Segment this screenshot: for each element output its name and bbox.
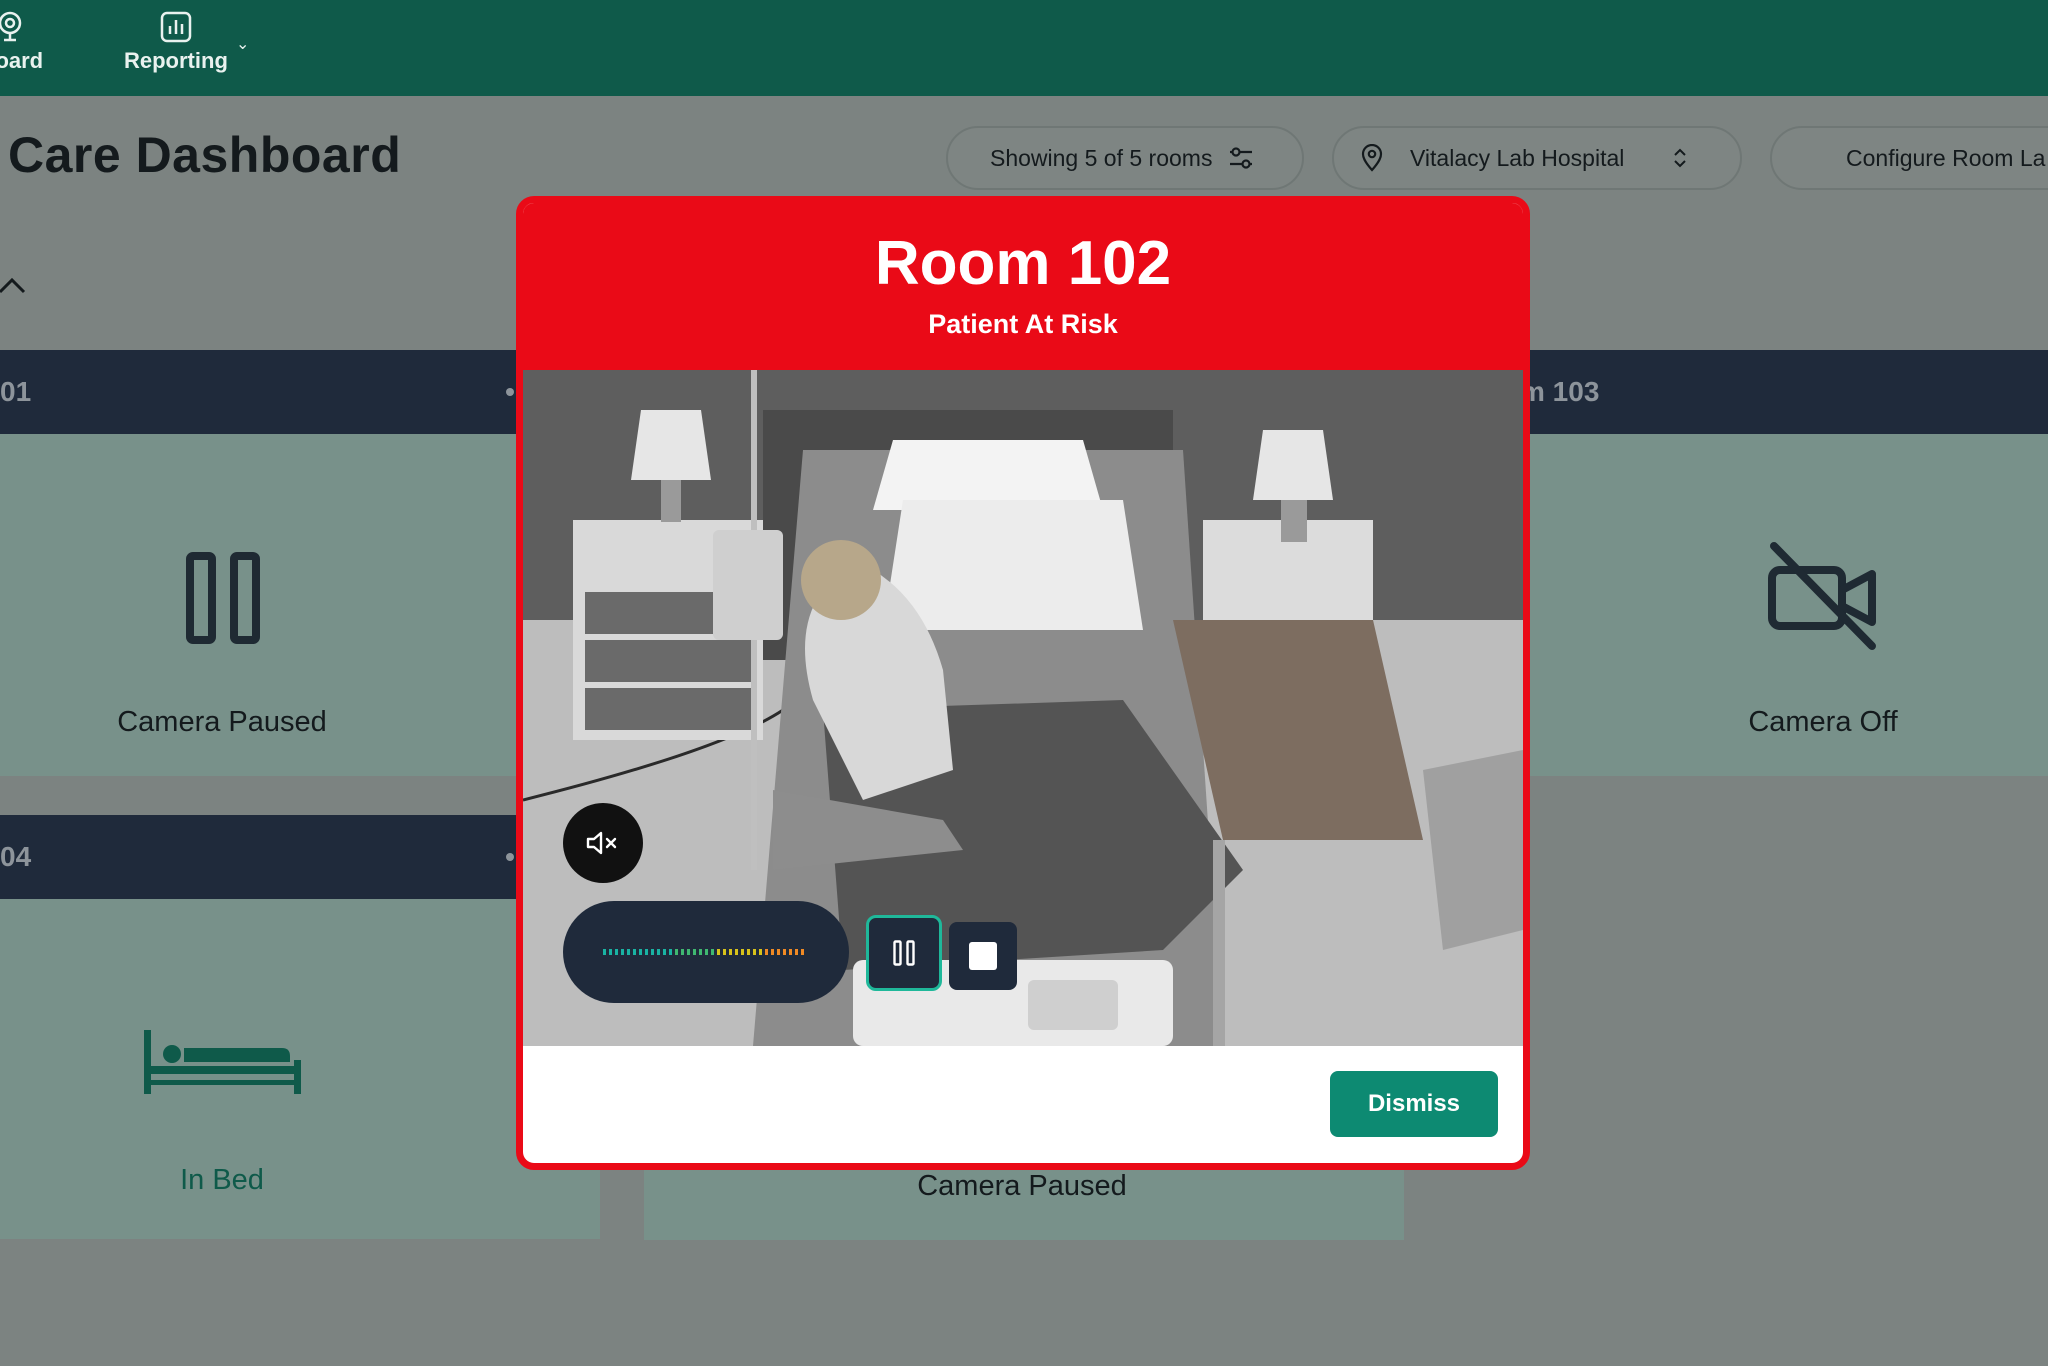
audio-level-dot bbox=[633, 949, 636, 955]
audio-level-dot bbox=[747, 949, 750, 955]
audio-level-dot bbox=[729, 949, 732, 955]
camera-off-icon bbox=[1768, 542, 1876, 650]
audio-level-dot bbox=[639, 949, 642, 955]
room-header-label: 01 bbox=[0, 376, 32, 407]
audio-level-dot bbox=[627, 949, 630, 955]
audio-level-dot bbox=[771, 949, 774, 955]
audio-level-dot bbox=[801, 949, 804, 955]
audio-level-dot bbox=[705, 949, 708, 955]
room-filter-button[interactable]: Showing 5 of 5 rooms bbox=[946, 126, 1304, 190]
audio-level-dot bbox=[657, 949, 660, 955]
sort-chevrons-icon bbox=[1674, 148, 1687, 168]
patient-alert-modal: Room 102 Patient At Risk Dismiss bbox=[516, 196, 1530, 1170]
audio-waveform-icon bbox=[603, 949, 804, 955]
mute-button[interactable] bbox=[563, 803, 643, 883]
audio-level-dot bbox=[621, 949, 624, 955]
audio-level-dot bbox=[693, 949, 696, 955]
audio-level-dot bbox=[615, 949, 618, 955]
audio-level-dot bbox=[759, 949, 762, 955]
room-status-label: Camera Paused bbox=[117, 706, 327, 738]
audio-level-dot bbox=[723, 949, 726, 955]
audio-level-dot bbox=[669, 949, 672, 955]
audio-level-dot bbox=[735, 949, 738, 955]
bed-icon bbox=[144, 1030, 301, 1094]
pause-button[interactable] bbox=[866, 915, 942, 991]
audio-level-dot bbox=[663, 949, 666, 955]
camera-feed bbox=[523, 370, 1523, 1046]
configure-room-layout-button[interactable]: Configure Room La bbox=[1770, 126, 2048, 190]
configure-label: Configure Room La bbox=[1846, 144, 2046, 171]
audio-level-dot bbox=[645, 949, 648, 955]
room-header-label: 04 bbox=[0, 841, 32, 872]
room-header-101: 01 bbox=[0, 350, 520, 434]
audio-level-dot bbox=[687, 949, 690, 955]
filter-sliders-icon bbox=[1230, 147, 1253, 169]
room-header-103: m 103 bbox=[1520, 350, 2048, 434]
audio-level-dot bbox=[651, 949, 654, 955]
volume-mute-icon bbox=[586, 831, 617, 855]
audio-level-dot bbox=[789, 949, 792, 955]
page-title: Care Dashboard bbox=[8, 127, 402, 183]
nav-item-label: board bbox=[0, 48, 44, 73]
chevron-up-icon[interactable] bbox=[0, 270, 28, 302]
audio-level-dot bbox=[711, 949, 714, 955]
nav-item-label: Reporting bbox=[124, 48, 228, 73]
pause-icon bbox=[186, 552, 260, 644]
room-status-label: Camera Paused bbox=[917, 1170, 1127, 1202]
audio-level-dot bbox=[603, 949, 606, 955]
audio-level-dot bbox=[741, 949, 744, 955]
room-status-label: Camera Off bbox=[1748, 706, 1898, 738]
nav-item-dashboard[interactable]: board bbox=[0, 10, 43, 74]
room-header-104: 04 bbox=[0, 815, 520, 899]
nav-item-reporting[interactable]: Reporting bbox=[124, 10, 228, 74]
audio-level-dot bbox=[609, 949, 612, 955]
audio-level-dot bbox=[675, 949, 678, 955]
hospital-select[interactable]: Vitalacy Lab Hospital bbox=[1332, 126, 1742, 190]
status-dot bbox=[506, 388, 514, 396]
alert-room-title: Room 102 bbox=[874, 229, 1172, 298]
room-status-label: In Bed bbox=[180, 1164, 264, 1196]
audio-level-meter bbox=[563, 901, 849, 1003]
room-header-label: m 103 bbox=[1520, 376, 1600, 407]
room-filter-label: Showing 5 of 5 rooms bbox=[990, 144, 1213, 171]
audio-level-dot bbox=[765, 949, 768, 955]
stop-icon bbox=[969, 942, 997, 970]
audio-level-dot bbox=[777, 949, 780, 955]
stop-button[interactable] bbox=[949, 922, 1017, 990]
audio-level-dot bbox=[717, 949, 720, 955]
audio-level-dot bbox=[795, 949, 798, 955]
camera-icon bbox=[0, 11, 21, 42]
top-nav-bar: board Reporting ⌄ bbox=[0, 0, 2048, 96]
bar-chart-icon bbox=[160, 11, 192, 43]
alert-header: Room 102 Patient At Risk bbox=[523, 203, 1523, 370]
pause-icon bbox=[893, 940, 915, 966]
status-dot bbox=[506, 853, 514, 861]
hospital-select-value: Vitalacy Lab Hospital bbox=[1410, 144, 1625, 171]
audio-level-dot bbox=[783, 949, 786, 955]
chevron-down-icon[interactable]: ⌄ bbox=[236, 34, 249, 54]
audio-level-dot bbox=[753, 949, 756, 955]
dismiss-button[interactable]: Dismiss bbox=[1330, 1071, 1498, 1137]
alert-subtitle: Patient At Risk bbox=[928, 309, 1118, 339]
location-pin-icon bbox=[1361, 144, 1383, 172]
audio-level-dot bbox=[699, 949, 702, 955]
audio-level-dot bbox=[681, 949, 684, 955]
